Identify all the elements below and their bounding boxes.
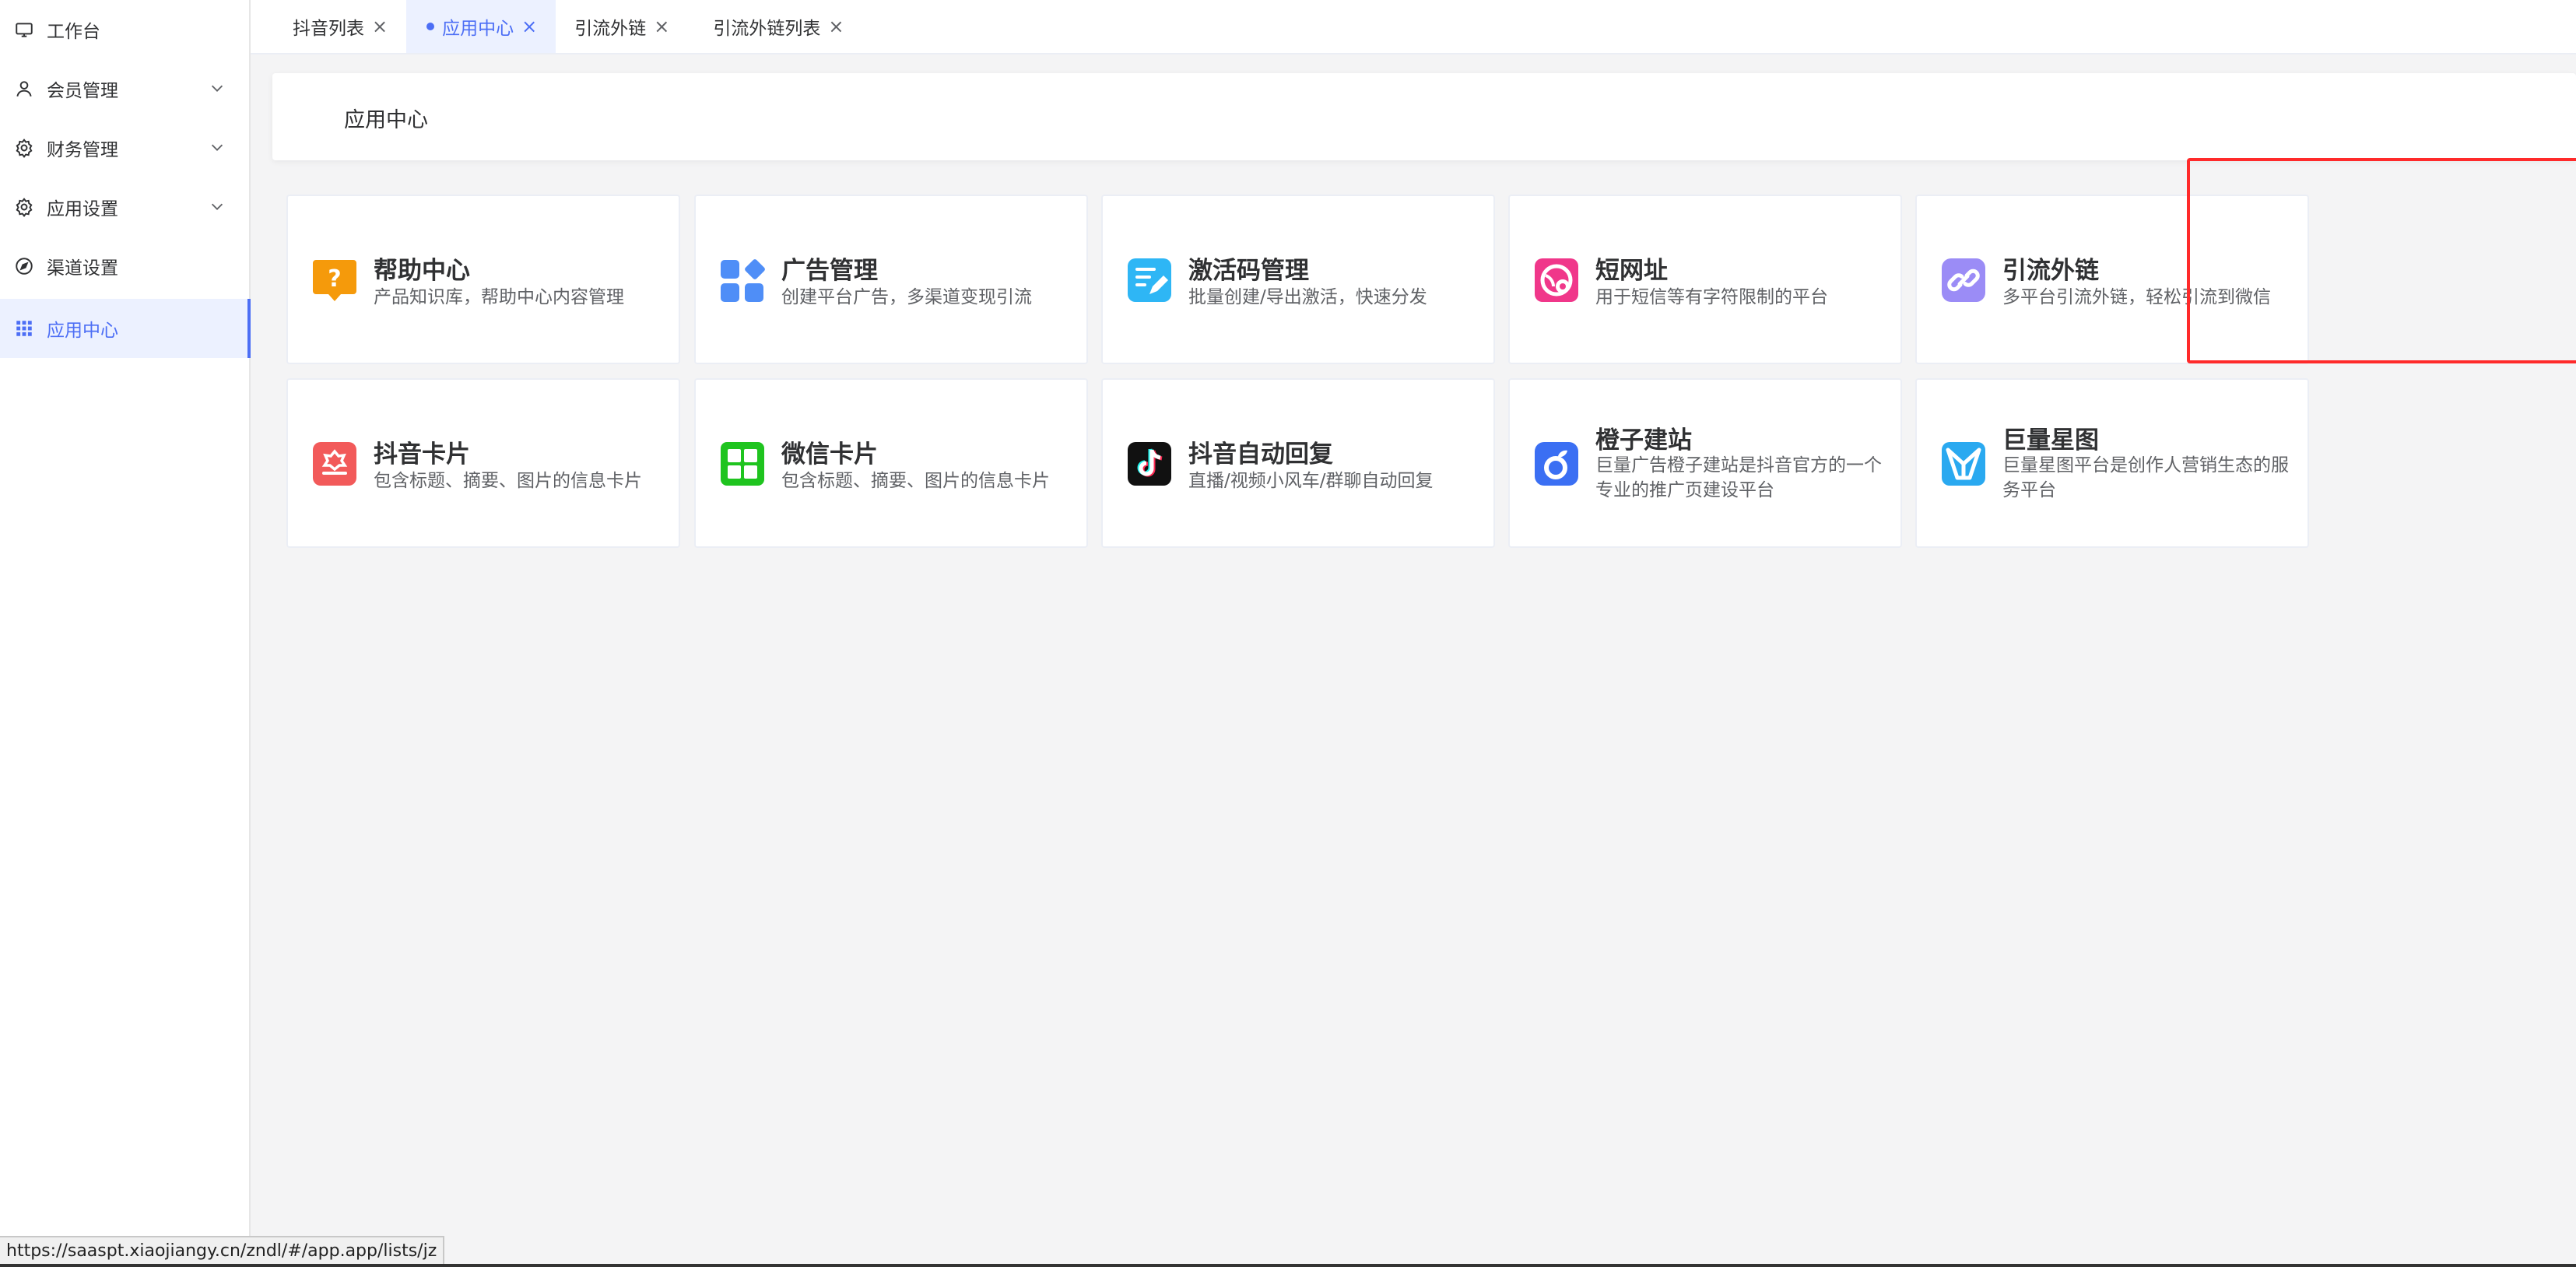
app-title: 短网址 <box>1595 257 1668 285</box>
app-description: 直播/视频小风车/群聊自动回复 <box>1188 471 1434 491</box>
tab-app-center[interactable]: 应用中心 × <box>406 0 556 53</box>
short-url-icon <box>1533 257 1580 304</box>
tab-bar: 抖音列表 × 应用中心 × 引流外链 × 引流外链列表 × <box>251 0 2576 54</box>
help-icon: ? <box>311 257 358 304</box>
app-card-orange-site[interactable]: 橙子建站 巨量广告橙子建站是抖音官方的一个专业的推广页建设平台 <box>1508 378 1902 548</box>
app-title: 微信卡片 <box>781 440 878 469</box>
gear-icon <box>14 197 34 217</box>
app-card-xingtu[interactable]: 巨量星图 巨量星图平台是创作人营销生态的服务平台 <box>1915 378 2309 548</box>
app-title: 巨量星图 <box>2002 426 2099 455</box>
sidebar-item-label: 应用中心 <box>47 321 118 341</box>
grid-icon <box>14 318 34 339</box>
sidebar-item-finance[interactable]: 财务管理 <box>0 118 249 177</box>
app-description: 巨量广告橙子建站是抖音官方的一个专业的推广页建设平台 <box>1595 455 1882 500</box>
app-description: 巨量星图平台是创作人营销生态的服务平台 <box>2002 455 2289 500</box>
chevron-down-icon <box>211 203 223 210</box>
tab-traffic-link-list[interactable]: 引流外链列表 × <box>688 0 862 53</box>
orange-site-icon <box>1533 440 1580 487</box>
monitor-icon <box>14 19 34 40</box>
main-content: 抖音列表 × 应用中心 × 引流外链 × 引流外链列表 × 应用中心 ? 帮助中… <box>251 0 2576 1267</box>
sidebar-item-channels[interactable]: 渠道设置 <box>0 237 249 296</box>
user-icon <box>14 79 34 99</box>
app-card-wechat-card[interactable]: 微信卡片 包含标题、摘要、图片的信息卡片 <box>694 378 1088 548</box>
app-description: 多平台引流外链，轻松引流到微信 <box>2002 287 2271 307</box>
window-bottom-edge <box>0 1264 2576 1267</box>
close-icon[interactable]: × <box>372 17 388 36</box>
app-title: 广告管理 <box>781 257 878 285</box>
app-card-ad-management[interactable]: 广告管理 创建平台广告，多渠道变现引流 <box>694 195 1088 364</box>
sidebar-item-label: 应用设置 <box>47 199 118 219</box>
app-title: 激活码管理 <box>1188 257 1309 285</box>
tab-label: 应用中心 <box>442 19 514 39</box>
gear-icon <box>14 138 34 158</box>
active-dot-icon <box>426 23 435 30</box>
close-icon[interactable]: × <box>828 17 844 36</box>
sidebar-item-app-settings[interactable]: 应用设置 <box>0 177 249 237</box>
app-description: 批量创建/导出激活，快速分发 <box>1188 287 1427 307</box>
sidebar-item-label: 财务管理 <box>47 140 118 160</box>
douyin-card-icon <box>311 440 358 487</box>
app-description: 用于短信等有字符限制的平台 <box>1595 287 1828 307</box>
tab-label: 引流外链 <box>574 19 647 39</box>
link-icon <box>1940 257 1987 304</box>
app-title: 抖音卡片 <box>374 440 470 469</box>
tab-label: 抖音列表 <box>293 19 364 39</box>
app-card-douyin-auto-reply[interactable]: 抖音自动回复 直播/视频小风车/群聊自动回复 <box>1101 378 1495 548</box>
app-description: 产品知识库，帮助中心内容管理 <box>374 287 624 307</box>
app-title: 橙子建站 <box>1595 426 1692 455</box>
status-url-bar: https://saaspt.xiaojiangy.cn/zndl/#/app.… <box>0 1236 445 1265</box>
sidebar-item-app-center[interactable]: 应用中心 <box>0 299 251 358</box>
app-card-douyin-card[interactable]: 抖音卡片 包含标题、摘要、图片的信息卡片 <box>286 378 680 548</box>
page-header: 应用中心 <box>272 73 2576 160</box>
tab-douyin-list[interactable]: 抖音列表 × <box>251 0 406 53</box>
sidebar-item-label: 工作台 <box>47 22 100 42</box>
status-url: https://saaspt.xiaojiangy.cn/zndl/#/app.… <box>6 1241 437 1261</box>
app-card-traffic-link[interactable]: 引流外链 多平台引流外链，轻松引流到微信 <box>1915 195 2309 364</box>
tab-label: 引流外链列表 <box>713 19 821 39</box>
sidebar-item-label: 渠道设置 <box>47 258 118 279</box>
xingtu-icon <box>1940 440 1987 487</box>
app-description: 包含标题、摘要、图片的信息卡片 <box>374 471 642 491</box>
app-title: 帮助中心 <box>374 257 470 285</box>
app-root: 工作台 会员管理 财务管理 应用设置 渠道设置 应用中心 抖音列表 × 应用中心… <box>0 0 2576 1267</box>
close-icon[interactable]: × <box>521 17 537 36</box>
tab-traffic-link[interactable]: 引流外链 × <box>556 0 688 53</box>
sidebar-item-members[interactable]: 会员管理 <box>0 59 249 118</box>
wechat-card-icon <box>719 440 766 487</box>
sidebar-item-label: 会员管理 <box>47 81 118 101</box>
tiktok-icon <box>1126 440 1173 487</box>
sidebar-item-workbench[interactable]: 工作台 <box>0 0 249 59</box>
chevron-down-icon <box>211 144 223 151</box>
close-icon[interactable]: × <box>654 17 669 36</box>
app-card-short-url[interactable]: 短网址 用于短信等有字符限制的平台 <box>1508 195 1902 364</box>
chevron-down-icon <box>211 85 223 92</box>
page-title: 应用中心 <box>344 108 428 132</box>
app-description: 创建平台广告，多渠道变现引流 <box>781 287 1032 307</box>
app-description: 包含标题、摘要、图片的信息卡片 <box>781 471 1050 491</box>
ad-blocks-icon <box>719 257 766 304</box>
app-card-help-center[interactable]: ? 帮助中心 产品知识库，帮助中心内容管理 <box>286 195 680 364</box>
edit-doc-icon <box>1126 257 1173 304</box>
compass-icon <box>14 256 34 276</box>
app-title: 引流外链 <box>2002 257 2099 285</box>
svg-text:?: ? <box>328 265 341 293</box>
sidebar: 工作台 会员管理 财务管理 应用设置 渠道设置 应用中心 <box>0 0 251 1267</box>
app-card-activation-code[interactable]: 激活码管理 批量创建/导出激活，快速分发 <box>1101 195 1495 364</box>
app-title: 抖音自动回复 <box>1188 440 1333 469</box>
